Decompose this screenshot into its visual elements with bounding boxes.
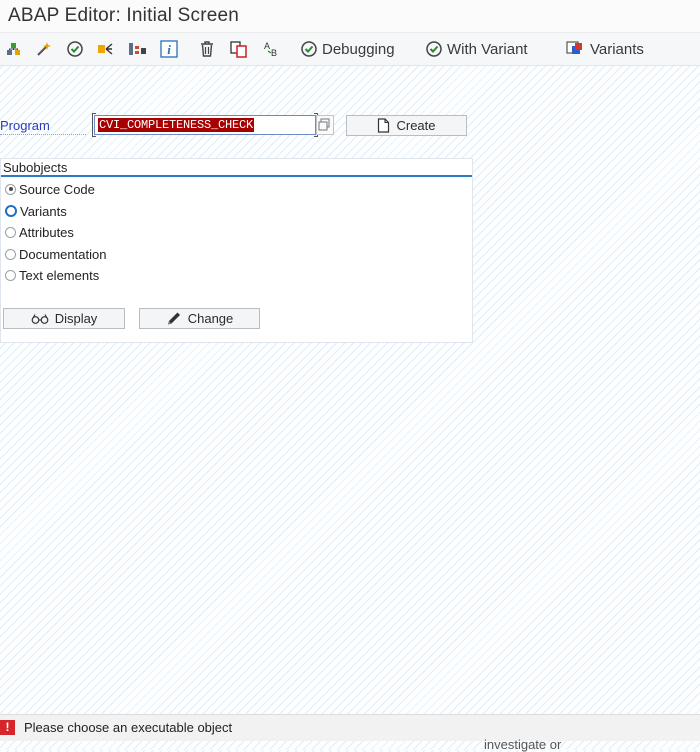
where-used-button[interactable]	[128, 38, 148, 60]
info-button[interactable]: i	[160, 38, 178, 60]
with-variant-button[interactable]: With Variant	[425, 38, 528, 60]
radio-text-elements[interactable]: Text elements	[5, 266, 99, 284]
where-used-icon	[129, 43, 146, 55]
window-title: ABAP Editor: Initial Screen	[8, 5, 240, 26]
svg-text:A: A	[264, 41, 270, 51]
radio-variants[interactable]: Variants	[5, 202, 67, 220]
value-help-button[interactable]	[316, 115, 334, 135]
status-message: Please choose an executable object	[24, 720, 233, 735]
status-bar[interactable]: ! Please choose an executable object	[0, 714, 700, 741]
magic-wand-icon	[37, 42, 51, 56]
radio-label: Variants	[20, 203, 67, 219]
application-toolbar: i A B Debugging With Variant Variants	[0, 33, 700, 66]
program-input-value: CVI_COMPLETENESS_CHECK	[98, 118, 255, 132]
rename-button[interactable]: A B	[262, 38, 280, 60]
display-label: Display	[54, 311, 98, 326]
radio-label: Text elements	[19, 267, 100, 283]
variants-icon	[566, 41, 582, 54]
change-label: Change	[187, 311, 234, 326]
subobjects-title: Subobjects	[3, 160, 68, 175]
radio-attributes[interactable]: Attributes	[5, 223, 74, 241]
debugging-label: Debugging	[322, 40, 395, 58]
variants-button[interactable]: Variants	[566, 38, 644, 60]
execute-check-icon	[426, 41, 442, 57]
group-divider	[1, 175, 472, 177]
radio-label: Documentation	[19, 246, 107, 262]
title-bar: ABAP Editor: Initial Screen	[0, 0, 700, 33]
value-help-icon	[318, 118, 330, 131]
pattern-button[interactable]	[35, 38, 53, 60]
check-button[interactable]	[66, 38, 84, 60]
radio-label: Attributes	[19, 224, 74, 240]
info-icon: i	[160, 40, 178, 58]
svg-text:i: i	[167, 42, 171, 57]
radio-button-focused[interactable]	[5, 205, 17, 217]
radio-label: Source Code	[19, 181, 95, 197]
rename-icon: A B	[264, 41, 277, 58]
check-icon	[67, 41, 83, 57]
copy-button[interactable]	[229, 38, 249, 60]
debug-check-icon	[301, 41, 317, 57]
activate-icon	[98, 43, 113, 55]
create-label: Create	[396, 118, 436, 133]
with-variant-label: With Variant	[447, 40, 528, 58]
change-button[interactable]: Change	[139, 308, 260, 329]
object-list-button[interactable]	[5, 38, 23, 60]
radio-source-code[interactable]: Source Code	[5, 180, 95, 198]
delete-icon	[201, 41, 213, 57]
radio-button[interactable]	[5, 269, 16, 281]
document-icon	[378, 118, 390, 133]
error-icon: !	[0, 720, 15, 735]
radio-button[interactable]	[5, 226, 16, 238]
radio-documentation[interactable]: Documentation	[5, 245, 106, 263]
program-input[interactable]: CVI_COMPLETENESS_CHECK	[94, 115, 316, 135]
variants-label: Variants	[590, 40, 644, 58]
delete-button[interactable]	[198, 38, 216, 60]
program-label: Program	[0, 118, 86, 135]
copy-icon	[230, 41, 247, 58]
debugging-button[interactable]: Debugging	[300, 38, 395, 60]
radio-button-selected[interactable]	[5, 183, 16, 195]
create-button[interactable]: Create	[346, 115, 467, 136]
radio-button[interactable]	[5, 248, 16, 260]
display-button[interactable]: Display	[3, 308, 125, 329]
pencil-icon	[167, 312, 180, 325]
subobjects-group: Subobjects Source Code Variants Attribut…	[0, 158, 473, 343]
glasses-icon	[31, 313, 49, 324]
object-list-icon	[7, 43, 20, 55]
activate-button[interactable]	[97, 38, 115, 60]
svg-text:B: B	[271, 48, 277, 58]
